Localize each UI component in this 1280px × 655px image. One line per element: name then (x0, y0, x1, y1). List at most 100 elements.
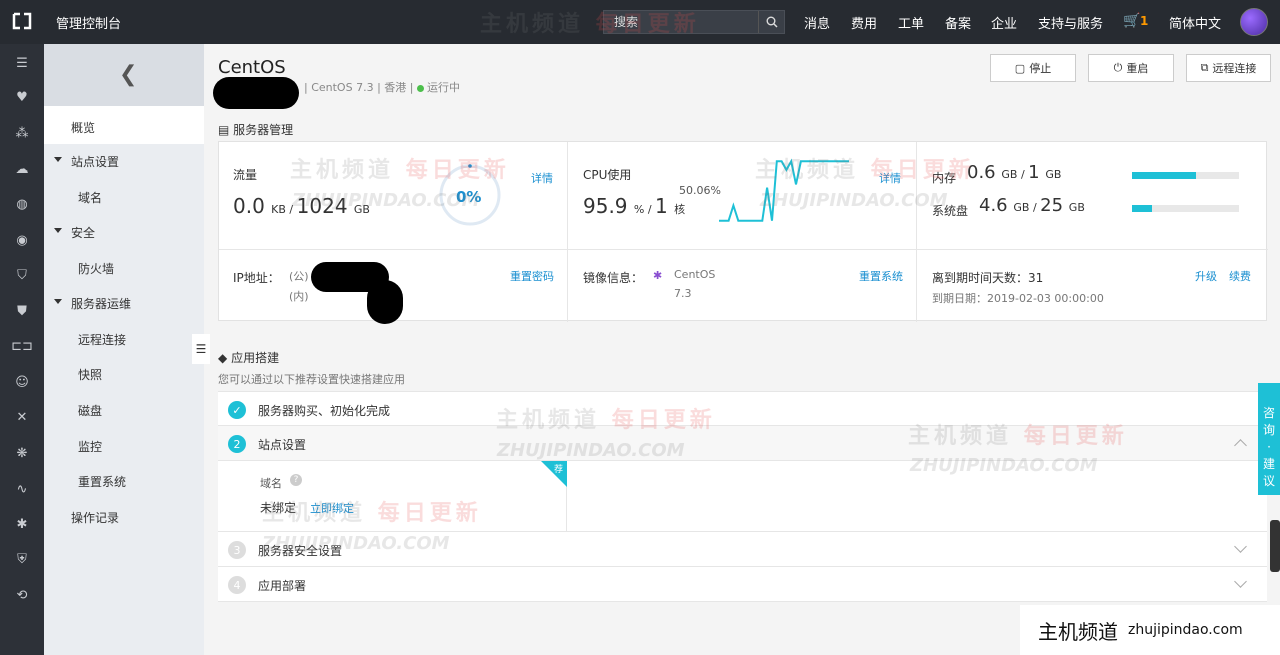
badge-icon[interactable]: ⛨ (13, 550, 31, 568)
shield-icon[interactable]: ⛉ (13, 266, 31, 284)
cpu-detail-link[interactable]: 详情 (879, 170, 901, 186)
step-number: 3 (228, 541, 246, 559)
nav-messages[interactable]: 消息 (804, 13, 830, 32)
heart-icon[interactable]: ♥ (13, 88, 31, 106)
sidebar-item-ops[interactable]: 服务器运维 (71, 295, 131, 312)
avatar[interactable] (1240, 8, 1268, 36)
help-icon[interactable]: ? (290, 474, 302, 486)
server-mgmt-panel: 流量 0.0 KB / 1024 GB 0% 详情 CPU使用 95.9 % /… (218, 141, 1268, 324)
cart-icon[interactable]: 🛒 (1123, 13, 1140, 29)
sidebar-item-security[interactable]: 安全 (71, 224, 95, 241)
wave-icon[interactable]: ∿ (13, 480, 31, 498)
sidebar-header: ❮ (44, 44, 204, 106)
scroll-widget[interactable] (1270, 520, 1280, 572)
reset-password-link[interactable]: 重置密码 (510, 268, 554, 284)
gear-icon[interactable]: ✱ (13, 515, 31, 533)
stop-button[interactable]: ▢ 停止 (990, 54, 1076, 82)
globe-icon[interactable]: ◍ (13, 195, 31, 213)
nav-support[interactable]: 支持与服务 (1038, 13, 1103, 32)
stop-icon: ▢ (1014, 61, 1026, 75)
stop-label: 停止 (1029, 62, 1052, 75)
domain-status: 未绑定 (260, 501, 297, 515)
reset-system-link[interactable]: 重置系统 (859, 268, 903, 284)
sidebar-item-reset-system[interactable]: 重置系统 (78, 473, 126, 490)
sidebar-item-site-settings[interactable]: 站点设置 (71, 153, 119, 170)
disk-total-unit: GB (1068, 201, 1085, 214)
menu-icon[interactable]: ☰ (13, 54, 31, 72)
cluster-icon[interactable]: ⁂ (13, 124, 31, 142)
recommend-badge: 荐 (554, 465, 564, 475)
nav-billing[interactable]: 费用 (851, 13, 877, 32)
feedback-tab[interactable]: 咨 询 · 建 议 (1258, 383, 1280, 495)
chevron-down-icon[interactable] (1234, 540, 1247, 553)
cpu-peak-label: 50.06% (679, 184, 721, 197)
dns-icon[interactable]: ◉ (13, 231, 31, 249)
ip-label: IP地址： (233, 271, 280, 285)
cloud-icon[interactable]: ☁ (13, 160, 31, 178)
domain-setting-panel: 域名 ? 未绑定 立即绑定 荐 (218, 461, 1267, 532)
terminal-icon: ⧉ (1200, 61, 1209, 74)
cart-count: 1 (1140, 14, 1149, 28)
step-row[interactable]: 4 应用部署 (218, 567, 1267, 602)
step-row[interactable]: 2 站点设置 (218, 426, 1267, 461)
remote-connect-button[interactable]: ⧉ 远程连接 (1186, 54, 1271, 82)
console-title[interactable]: 管理控制台 (56, 13, 121, 32)
nav-tickets[interactable]: 工单 (898, 13, 924, 32)
server-meta: | CentOS 7.3 | 香港 | 运行中 (304, 81, 460, 94)
traffic-used: 0.0 (233, 194, 265, 218)
sidebar-item-overview[interactable]: 概览 (44, 106, 204, 144)
chevron-up-icon[interactable] (1234, 439, 1247, 452)
language-selector[interactable]: 简体中文 (1169, 13, 1221, 32)
sidebar-item-remote[interactable]: 远程连接 (78, 331, 126, 348)
sidebar-item-disk[interactable]: 磁盘 (78, 402, 102, 419)
memory-used-unit: GB (1001, 168, 1018, 181)
console-icon[interactable]: ⊏⊐ (11, 337, 33, 355)
chevron-down-icon[interactable] (1234, 575, 1247, 588)
brand-en: zhujipindao.com (1128, 622, 1243, 638)
feedback-char: 询 (1262, 423, 1275, 437)
sidebar-item-operation-log[interactable]: 操作记录 (71, 509, 119, 526)
renew-link[interactable]: 续费 (1229, 268, 1251, 284)
search-button[interactable] (758, 11, 784, 33)
upgrade-link[interactable]: 升级 (1195, 268, 1217, 284)
sidebar-item-snapshot[interactable]: 快照 (78, 366, 102, 383)
step-label: 站点设置 (258, 438, 307, 452)
disk-used: 4.6 (979, 195, 1008, 216)
disk-value: 4.6 GB / 25 GB (979, 195, 1085, 216)
caret-down-icon (54, 157, 62, 162)
traffic-value: 0.0 KB / 1024 GB (233, 194, 370, 218)
top-bar: 管理控制台 消息 费用 工单 备案 企业 支持与服务 🛒 1 简体中文 (0, 0, 1280, 44)
server-icon: ▤ (218, 123, 230, 137)
nav-icp[interactable]: 备案 (945, 13, 971, 32)
step-row[interactable]: ✓ 服务器购买、初始化完成 (218, 391, 1267, 426)
sidebar-item-domain[interactable]: 域名 (78, 189, 102, 206)
link-icon[interactable]: ⟲ (13, 586, 31, 604)
tools-icon[interactable]: ✕ (13, 408, 31, 426)
feedback-char: 建 (1262, 457, 1275, 471)
search-input[interactable] (604, 11, 760, 33)
cube-icon: ◆ (218, 351, 228, 365)
cpu-value-number: 95.9 (583, 194, 628, 218)
console-logo-icon[interactable] (12, 12, 32, 30)
sidebar-item-monitor[interactable]: 监控 (78, 438, 102, 455)
back-chevron-icon[interactable]: ❮ (119, 62, 137, 87)
divider (219, 249, 1268, 250)
shield-check-icon[interactable]: ⛊ (13, 302, 31, 320)
step-label: 应用部署 (258, 579, 307, 593)
step-row[interactable]: 3 服务器安全设置 (218, 532, 1267, 567)
person-icon[interactable]: ☺ (13, 373, 31, 391)
bind-domain-link[interactable]: 立即绑定 (310, 500, 354, 516)
sidebar-item-firewall[interactable]: 防火墙 (78, 260, 114, 277)
divider (567, 142, 568, 322)
traffic-detail-link[interactable]: 详情 (531, 170, 553, 186)
image-label: 镜像信息： (583, 271, 644, 285)
redaction-mark (213, 77, 299, 109)
app-build-subtitle: 您可以通过以下推荐设置快速搭建应用 (218, 373, 405, 386)
nav-enterprise[interactable]: 企业 (991, 13, 1017, 32)
app-build-title: ◆ 应用搭建 (218, 349, 279, 366)
network-icon[interactable]: ❋ (13, 444, 31, 462)
restart-button[interactable]: ⏻ 重启 (1088, 54, 1174, 82)
feedback-char: 议 (1262, 474, 1275, 488)
power-icon: ⏻ (1113, 61, 1123, 74)
expiry-date-value: 2019-02-03 00:00:00 (987, 292, 1104, 305)
